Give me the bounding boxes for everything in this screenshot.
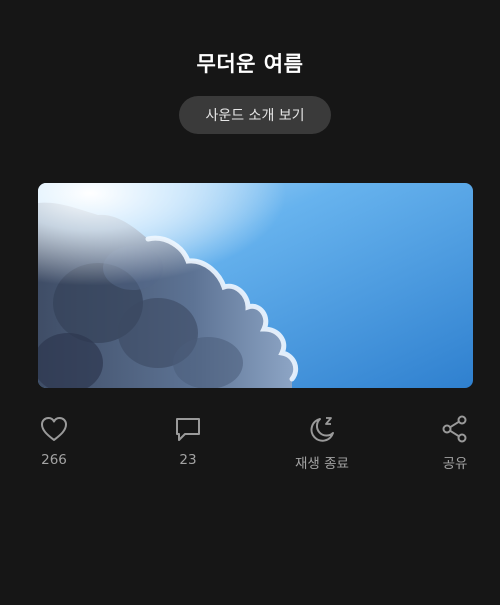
sleep-timer-button[interactable]: 재생 종료 xyxy=(277,414,367,474)
share-label: 공유 xyxy=(442,456,468,472)
like-button[interactable]: 266 xyxy=(9,414,99,474)
comment-icon xyxy=(173,414,203,444)
heart-icon xyxy=(39,414,69,444)
share-icon xyxy=(440,414,470,444)
comment-button[interactable]: 23 xyxy=(143,414,233,474)
sound-intro-button[interactable]: 사운드 소개 보기 xyxy=(179,96,331,134)
action-bar: 266 23 재생 종료 공유 xyxy=(0,414,500,474)
comment-count: 23 xyxy=(179,452,197,468)
cover-image xyxy=(38,183,473,388)
share-button[interactable]: 공유 xyxy=(410,414,500,474)
sleep-timer-label: 재생 종료 xyxy=(295,456,349,472)
like-count: 266 xyxy=(41,452,67,468)
sound-title: 무더운 여름 xyxy=(196,52,304,76)
moon-sleep-icon xyxy=(307,414,337,444)
